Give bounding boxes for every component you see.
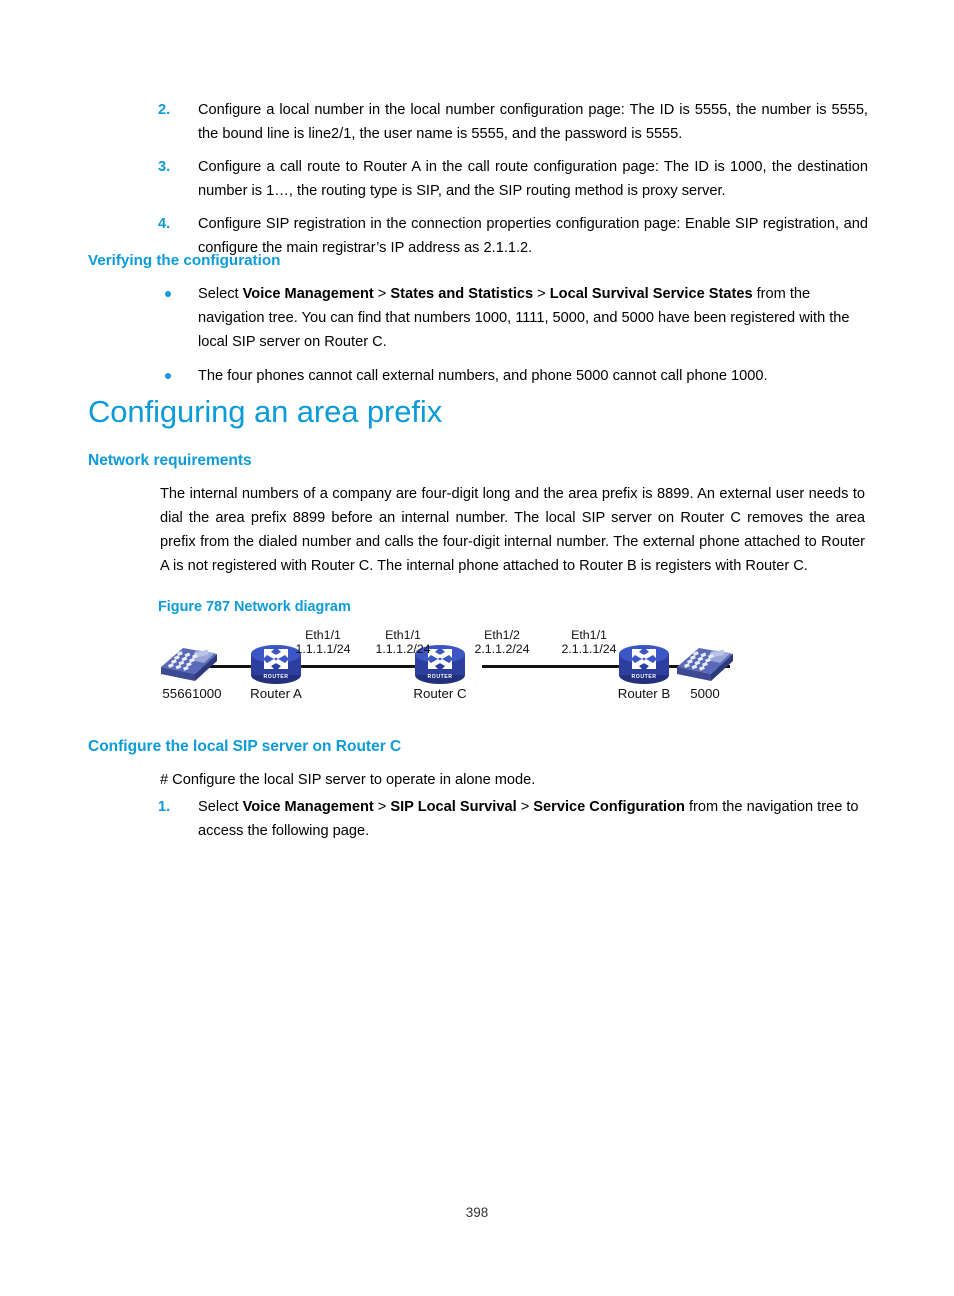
list-text: Configure a local number in the local nu…	[198, 102, 868, 142]
path-separator: >	[373, 799, 391, 815]
list-item: 1. Select Voice Management > SIP Local S…	[158, 795, 868, 843]
interface-name: Eth1/1	[571, 628, 607, 642]
node-phone-55661000	[158, 640, 220, 691]
list-marker: 1.	[158, 799, 171, 815]
phone-icon	[677, 648, 733, 681]
list-text: Select Voice Management > States and Sta…	[198, 282, 865, 354]
text-prefix: Select	[198, 286, 243, 302]
list-text: Configure a call route to Router A in th…	[198, 159, 868, 199]
menu-path-service-configuration: Service Configuration	[533, 799, 685, 815]
path-separator: >	[533, 286, 550, 302]
list-item: 2. Configure a local number in the local…	[158, 98, 868, 146]
interface-name: Eth1/1	[385, 628, 421, 642]
link-router-c-to-router-b	[482, 665, 624, 668]
text-prefix: Select	[198, 799, 243, 815]
list-text: The four phones cannot call external num…	[198, 368, 768, 384]
list-item: Select Voice Management > States and Sta…	[160, 282, 865, 354]
document-page: 2. Configure a local number in the local…	[0, 0, 954, 1296]
interface-label-eth1-1-router-c: Eth1/1 1.1.1.2/24	[348, 628, 458, 656]
svg-text:ROUTER: ROUTER	[632, 674, 657, 680]
menu-path-sip-local-survival: SIP Local Survival	[390, 799, 517, 815]
list-item: 3. Configure a call route to Router A in…	[158, 155, 868, 203]
node-phone-5000	[674, 640, 736, 691]
heading-verifying-the-configuration: Verifying the configuration	[88, 252, 281, 269]
network-requirements-paragraph: The internal numbers of a company are fo…	[160, 486, 865, 574]
node-label-router-c: Router C	[413, 686, 467, 701]
bullet-icon	[160, 282, 198, 354]
phone-icon	[161, 648, 217, 681]
svg-text:ROUTER: ROUTER	[264, 674, 289, 680]
list-marker: 2.	[158, 102, 171, 118]
bullet-list-verifying: Select Voice Management > States and Sta…	[160, 282, 865, 398]
menu-path-voice-management: Voice Management	[242, 799, 374, 815]
path-separator: >	[516, 799, 534, 815]
menu-path-voice-management: Voice Management	[242, 286, 374, 302]
configure-sip-comment: # Configure the local SIP server to oper…	[160, 772, 536, 788]
page-title: Configuring an area prefix	[88, 394, 443, 429]
heading-configure-local-sip-server: Configure the local SIP server on Router…	[88, 738, 402, 755]
interface-address: 2.1.1.1/24	[561, 642, 617, 656]
node-label-router-a: Router A	[250, 686, 302, 701]
interface-address: 1.1.1.2/24	[375, 642, 431, 656]
page-number: 398	[465, 1205, 489, 1220]
list-item: The four phones cannot call external num…	[160, 364, 865, 388]
numbered-list-configure-sip: 1. Select Voice Management > SIP Local S…	[158, 795, 868, 852]
path-separator: >	[373, 286, 391, 302]
figure-caption: Figure 787 Network diagram	[158, 599, 351, 615]
list-text: Select Voice Management > SIP Local Surv…	[198, 795, 868, 843]
svg-text:ROUTER: ROUTER	[428, 674, 453, 680]
numbered-list-top: 2. Configure a local number in the local…	[158, 98, 868, 269]
node-label-phone-5000: 5000	[690, 686, 720, 701]
network-diagram: 55661000 ROUTER Router A ROUTER Router C…	[150, 622, 750, 707]
interface-label-eth1-1-router-b: Eth1/1 2.1.1.1/24	[534, 628, 644, 656]
heading-network-requirements: Network requirements	[88, 452, 252, 469]
list-text: Configure SIP registration in the connec…	[198, 216, 868, 256]
menu-path-local-survival-service-states: Local Survival Service States	[549, 286, 753, 302]
menu-path-states-and-statistics: States and Statistics	[390, 286, 534, 302]
bullet-icon	[160, 364, 198, 388]
list-marker: 3.	[158, 159, 171, 175]
